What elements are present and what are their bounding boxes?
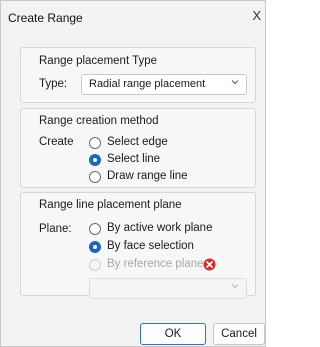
radio-label-draw-range-line: Draw range line bbox=[107, 170, 188, 182]
radio-label-by-active-work-plane: By active work plane bbox=[107, 222, 213, 234]
radio-label-by-reference-plane: By reference plane bbox=[107, 258, 204, 270]
chevron-down-icon bbox=[231, 80, 239, 85]
radio-button[interactable] bbox=[89, 223, 101, 235]
title-bar: Create Range X bbox=[1, 1, 265, 35]
close-icon[interactable]: X bbox=[252, 8, 261, 23]
radio-label-by-face-selection: By face selection bbox=[107, 240, 194, 252]
type-select[interactable]: Radial range placement bbox=[81, 74, 247, 95]
type-select-value: Radial range placement bbox=[89, 78, 206, 90]
create-label: Create bbox=[39, 136, 74, 148]
radio-button-checked[interactable] bbox=[89, 154, 101, 166]
error-icon bbox=[203, 258, 216, 271]
placement-plane-group-title: Range line placement plane bbox=[39, 199, 182, 211]
type-label: Type: bbox=[39, 78, 68, 90]
placement-type-group-title: Range placement Type bbox=[39, 55, 158, 67]
radio-button-checked[interactable] bbox=[89, 241, 101, 253]
radio-label-select-line: Select line bbox=[107, 153, 161, 165]
radio-button-disabled bbox=[89, 259, 101, 271]
plane-label: Plane: bbox=[39, 223, 72, 235]
radio-label-select-edge: Select edge bbox=[107, 136, 168, 148]
reference-plane-select bbox=[89, 278, 247, 299]
chevron-down-icon bbox=[231, 284, 239, 289]
dialog-title: Create Range bbox=[8, 11, 83, 25]
cancel-button[interactable]: Cancel bbox=[213, 323, 265, 345]
radio-button[interactable] bbox=[89, 137, 101, 149]
create-range-dialog: Create Range X Range placement Type Type… bbox=[0, 0, 266, 347]
creation-method-group-title: Range creation method bbox=[39, 115, 159, 127]
radio-button[interactable] bbox=[89, 171, 101, 183]
ok-button[interactable]: OK bbox=[140, 323, 206, 345]
